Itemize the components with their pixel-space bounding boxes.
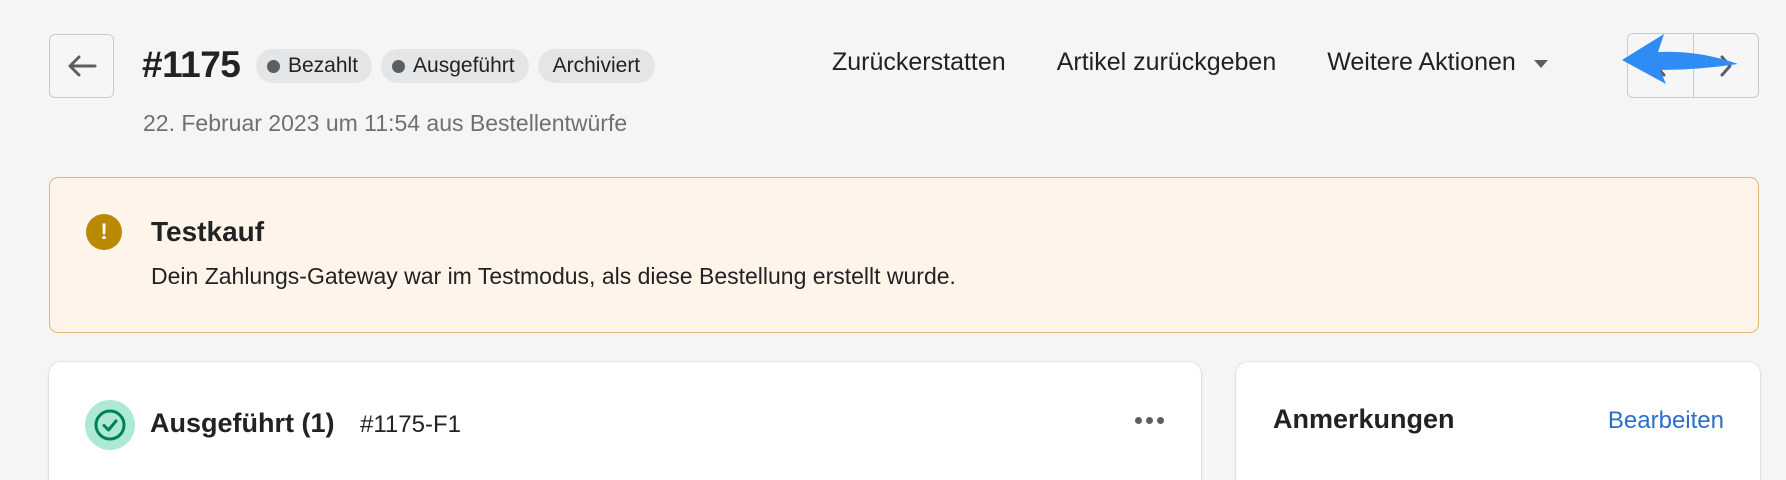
status-badges: Bezahlt Ausgeführt Archiviert [256,49,656,83]
more-options-button[interactable] [1129,406,1169,434]
more-actions-label: Weitere Aktionen [1327,48,1516,76]
fulfillment-title: Ausgeführt (1) [150,408,335,438]
status-dot [267,59,280,73]
status-badge-label: Archiviert [552,54,641,77]
check-circle-icon [85,400,135,450]
order-detail-page: #1175 Bezahlt Ausgeführt Archiviert 22. … [0,0,1786,480]
fulfillment-id: #1175-F1 [360,411,461,438]
ellipsis-dot-icon [1156,416,1164,424]
status-badge-label: Bezahlt [288,54,359,77]
ellipsis-dot-icon [1145,416,1153,424]
order-subtitle: 22. Februar 2023 um 11:54 aus Bestellent… [143,110,628,136]
status-badge-fulfilled: Ausgeführt [381,49,529,83]
edit-notes-link[interactable]: Bearbeiten [1608,407,1724,435]
annotation-arrow-icon [1622,34,1738,84]
more-actions-button[interactable]: Weitere Aktionen [1327,48,1548,77]
back-button[interactable] [49,34,114,98]
test-order-banner: ! Testkauf Dein Zahlungs-Gateway war im … [49,177,1759,333]
notes-title: Anmerkungen [1273,404,1455,434]
notes-card: Anmerkungen Bearbeiten [1236,362,1760,480]
arrow-left-icon [68,55,96,77]
status-badge-label: Ausgeführt [413,54,515,77]
order-number: #1175 [142,44,241,85]
refund-button[interactable]: Zurückerstatten [832,48,1006,77]
banner-title: Testkauf [151,216,265,247]
status-badge-paid: Bezahlt [256,49,373,83]
return-items-button[interactable]: Artikel zurückgeben [1057,48,1277,77]
header-actions: Zurückerstatten Artikel zurückgeben Weit… [832,48,1548,77]
caret-down-icon [1533,59,1548,68]
banner-text: Dein Zahlungs-Gateway war im Testmodus, … [151,263,956,289]
ellipsis-dot-icon [1134,416,1142,424]
alert-icon: ! [86,214,122,250]
status-dot [392,59,406,73]
fulfillment-card: Ausgeführt (1) #1175-F1 [49,362,1201,480]
status-badge-archived: Archiviert [537,49,656,83]
